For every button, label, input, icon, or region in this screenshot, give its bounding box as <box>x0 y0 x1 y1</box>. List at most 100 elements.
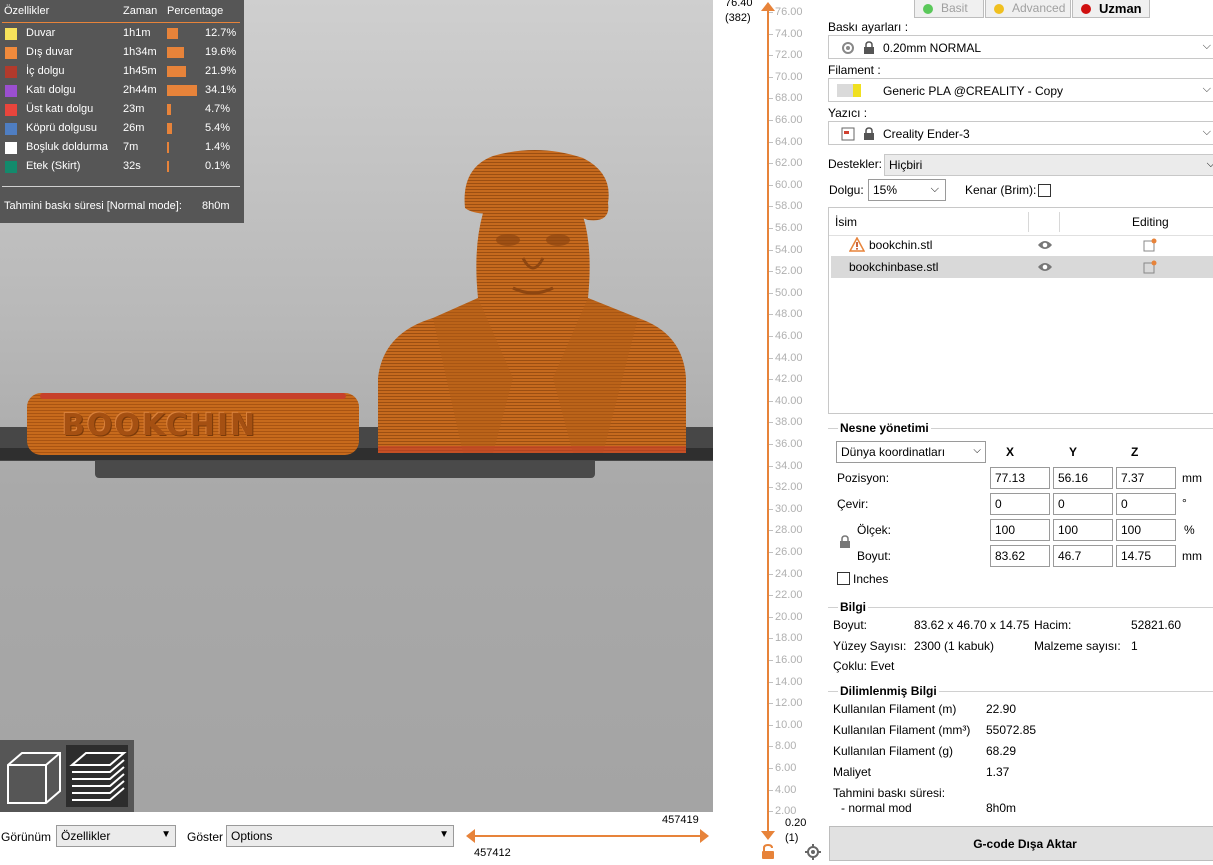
infill-combo[interactable]: 15% ⌵ <box>868 179 946 201</box>
filament-combo[interactable]: Generic PLA @CREALITY - Copy ⌵ <box>828 78 1213 102</box>
infill-label: Dolgu: <box>829 183 864 197</box>
legend-feature-name: Köprü dolgusu <box>26 122 97 134</box>
info-materials-label: Malzeme sayısı: <box>1034 639 1121 653</box>
print-settings-combo[interactable]: 0.20mm NORMAL ⌵ <box>828 35 1213 59</box>
bookchin-bust-model[interactable] <box>373 148 693 458</box>
view-type-label: Görünüm <box>1 830 52 844</box>
eye-icon[interactable] <box>1037 239 1053 251</box>
cube-view-icon[interactable] <box>2 745 64 807</box>
layer-tick-label: 70.00 <box>769 71 825 83</box>
rotate-z-input[interactable]: 0 <box>1116 493 1176 515</box>
edit-icon[interactable] <box>1143 238 1157 252</box>
layer-tick-label: 30.00 <box>769 503 825 515</box>
layer-tick-label: 58.00 <box>769 200 825 212</box>
scale-z-input[interactable]: 100 <box>1116 519 1176 541</box>
inches-checkbox[interactable] <box>837 572 850 585</box>
legend-feature-name: Etek (Skirt) <box>26 160 81 172</box>
rotate-unit: ° <box>1182 496 1187 510</box>
layer-slider-track[interactable] <box>767 8 769 834</box>
printer-combo[interactable]: Creality Ender-3 ⌵ <box>828 121 1213 145</box>
legend-swatch <box>5 142 17 154</box>
supports-combo[interactable]: Hiçbiri ⌵ <box>884 154 1213 176</box>
legend-row: Üst katı dolgu 23m 4.7% <box>0 101 244 120</box>
object-list-col-name: İsim <box>835 215 857 229</box>
lock-icon[interactable] <box>761 843 775 860</box>
export-gcode-button[interactable]: G-code Dışa Aktar <box>829 826 1213 861</box>
size-y-input[interactable]: 46.7 <box>1053 545 1113 567</box>
show-options-select[interactable]: Options ▼ <box>226 825 454 847</box>
lock-icon[interactable] <box>839 535 851 549</box>
legend-header-feature: Özellikler <box>4 5 50 17</box>
legend-swatch <box>5 123 17 135</box>
legend-row: Etek (Skirt) 32s 0.1% <box>0 158 244 177</box>
horizontal-slider-upper-thumb[interactable] <box>700 829 709 843</box>
settings-sidebar: Basit Advanced Uzman Baskı ayarları : 0.… <box>825 0 1213 865</box>
legend-swatch <box>5 85 17 97</box>
supports-value: Hiçbiri <box>889 158 923 172</box>
eye-icon[interactable] <box>1037 261 1053 273</box>
object-list: İsim Editing bookchin.stl bookchinbase.s… <box>828 207 1213 414</box>
filament-label: Filament : <box>828 63 881 77</box>
object-name: bookchin.stl <box>869 238 933 252</box>
layer-tick-label: 16.00 <box>769 654 825 666</box>
sliced-row-label: Maliyet <box>833 765 872 779</box>
size-x-input[interactable]: 83.62 <box>990 545 1050 567</box>
object-row-bookchin[interactable]: bookchin.stl <box>831 234 1213 256</box>
legend-percentage-bar <box>167 142 169 153</box>
scale-label: Ölçek: <box>857 523 892 537</box>
brim-checkbox[interactable] <box>1038 184 1051 197</box>
layer-tick-label: 24.00 <box>769 568 825 580</box>
layer-tick-label: 34.00 <box>769 460 825 472</box>
layer-tick-label: 32.00 <box>769 481 825 493</box>
layers-view-icon[interactable] <box>66 745 128 807</box>
view-type-value: Özellikler <box>61 829 111 843</box>
rotate-x-input[interactable]: 0 <box>990 493 1050 515</box>
legend-feature-percentage: 19.6% <box>205 46 237 58</box>
horizontal-slider-lower-thumb[interactable] <box>466 829 475 843</box>
layer-tick-label: 14.00 <box>769 676 825 688</box>
size-z-input[interactable]: 14.75 <box>1116 545 1176 567</box>
layer-tick-label: 20.00 <box>769 611 825 623</box>
layer-slider: 76.40 (382) 76.00 74.00 72.00 70.00 68.00 66.… <box>713 0 825 865</box>
legend-feature-time: 1h1m <box>123 27 151 39</box>
chevron-down-icon: ▼ <box>439 829 449 840</box>
mode-tab-uzman[interactable]: Uzman <box>1072 0 1150 18</box>
scale-x-input[interactable]: 100 <box>990 519 1050 541</box>
rotate-y-input[interactable]: 0 <box>1053 493 1113 515</box>
layer-slider-lower-thumb[interactable] <box>761 831 775 840</box>
legend-feature-time: 7m <box>123 141 139 153</box>
layer-slider-upper-thumb[interactable] <box>761 2 775 11</box>
mode-tab-label: Advanced <box>1012 1 1066 15</box>
position-z-input[interactable]: 7.37 <box>1116 467 1176 489</box>
position-x-input[interactable]: 77.13 <box>990 467 1050 489</box>
mode-tab-advanced[interactable]: Advanced <box>985 0 1071 18</box>
mode-tab-basit[interactable]: Basit <box>914 0 984 18</box>
layer-tick-label: 38.00 <box>769 416 825 428</box>
legend-feature-percentage: 21.9% <box>205 65 237 77</box>
view-type-select[interactable]: Özellikler ▼ <box>56 825 176 847</box>
legend-swatch <box>5 47 17 59</box>
layer-slider-bottom-layer: (1) <box>785 832 799 844</box>
sliced-row-label: Kullanılan Filament (mm³) <box>833 723 971 737</box>
legend-row: Köprü dolgusu 26m 5.4% <box>0 120 244 139</box>
layer-tick-label: 4.00 <box>769 784 825 796</box>
layer-tick-label: 28.00 <box>769 524 825 536</box>
legend-percentage-bar <box>167 47 184 58</box>
coordinate-system-value: Dünya koordinatları <box>841 445 946 459</box>
legend-feature-name: Üst katı dolgu <box>26 103 94 115</box>
sliced-row-value: 22.90 <box>986 702 1017 716</box>
gear-icon[interactable] <box>805 844 821 860</box>
horizontal-slider-track[interactable] <box>470 835 706 837</box>
sliced-row-value: 55072.85 <box>986 723 1037 737</box>
position-y-input[interactable]: 56.16 <box>1053 467 1113 489</box>
object-row-bookchinbase[interactable]: bookchinbase.stl <box>831 256 1213 278</box>
brim-label: Kenar (Brim): <box>965 183 1037 197</box>
layer-tick-label: 2.00 <box>769 805 825 817</box>
scale-y-input[interactable]: 100 <box>1053 519 1113 541</box>
edit-icon[interactable] <box>1143 260 1157 274</box>
chevron-down-icon: ⌵ <box>930 183 939 195</box>
coordinate-system-select[interactable]: Dünya koordinatları ⌵ <box>836 441 986 463</box>
legend-feature-percentage: 34.1% <box>205 84 237 96</box>
legend-feature-time: 26m <box>123 122 145 134</box>
layer-tick-label: 46.00 <box>769 330 825 342</box>
